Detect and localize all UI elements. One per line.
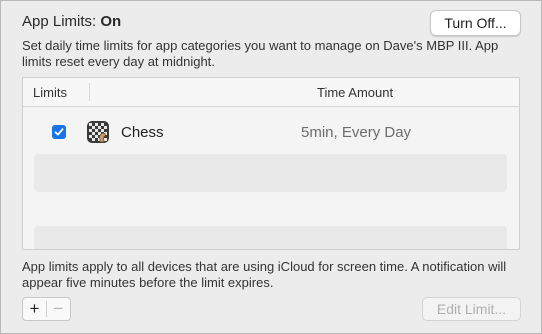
checkmark-icon xyxy=(54,128,64,136)
app-limits-panel: App Limits: On Turn Off... Set daily tim… xyxy=(0,0,542,334)
app-name: Chess xyxy=(121,124,164,141)
edit-limit-button[interactable]: Edit Limit... xyxy=(422,297,521,321)
chess-icon xyxy=(86,120,110,144)
footer-note: App limits apply to all devices that are… xyxy=(22,259,507,290)
limit-enabled-checkbox[interactable] xyxy=(52,125,66,139)
table-header: Limits Time Amount xyxy=(23,78,519,107)
title-prefix: App Limits: xyxy=(22,13,101,30)
page-title: App Limits: On xyxy=(22,13,121,30)
empty-row xyxy=(34,226,507,249)
time-amount: 5min, Every Day xyxy=(301,124,412,141)
column-header-limits[interactable]: Limits xyxy=(33,85,67,100)
add-button[interactable]: + xyxy=(23,298,46,320)
column-header-time-amount[interactable]: Time Amount xyxy=(317,85,393,100)
empty-row xyxy=(34,154,507,192)
limits-table: Limits Time Amount Chess 5min, Every Day xyxy=(22,77,520,250)
turn-off-button[interactable]: Turn Off... xyxy=(430,10,521,36)
column-divider xyxy=(89,83,90,101)
table-row[interactable]: Chess 5min, Every Day xyxy=(23,107,519,159)
add-remove-control: + − xyxy=(22,297,71,321)
description-text: Set daily time limits for app categories… xyxy=(22,38,499,69)
remove-button[interactable]: − xyxy=(47,298,70,320)
status-value: On xyxy=(100,13,122,30)
